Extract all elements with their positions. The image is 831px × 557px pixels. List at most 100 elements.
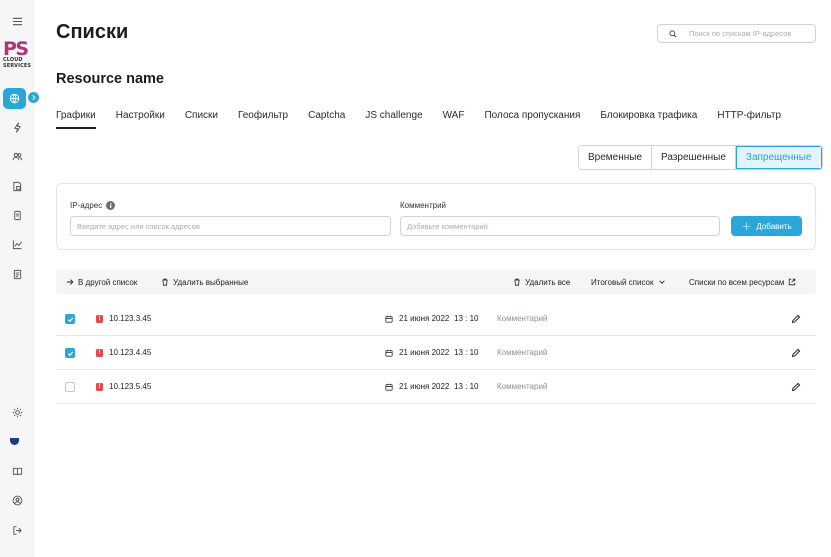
row-checkbox[interactable] [65, 382, 75, 392]
row-checkbox[interactable] [65, 348, 75, 358]
search-box[interactable] [657, 24, 816, 43]
sidebar-item-document-lock[interactable] [7, 176, 27, 196]
list-type-switch: Временные Разрешенные Запрещенные [578, 145, 823, 170]
row-time: 13 : 10 [454, 348, 479, 357]
delete-all-label: Удалить все [525, 277, 571, 287]
sidebar-item-file[interactable] [7, 205, 27, 225]
logo-line-2: SERVICES [3, 62, 32, 69]
tab-lists[interactable]: Списки [185, 110, 218, 129]
tab-settings[interactable]: Настройки [116, 110, 165, 129]
tab-http-filter[interactable]: HTTP-фильтр [717, 110, 781, 129]
tab-bandwidth[interactable]: Полоса пропускания [484, 110, 580, 129]
chevron-right-icon [32, 94, 36, 101]
segment-denied[interactable]: Запрещенные [735, 146, 822, 169]
tab-traffic-blocking[interactable]: Блокировка трафика [600, 110, 697, 129]
ip-input[interactable] [70, 216, 391, 236]
delete-selected-button[interactable]: Удалить выбранные [161, 270, 248, 294]
warning-icon: ! [96, 315, 103, 323]
tab-geofilter[interactable]: Геофильтр [238, 110, 288, 129]
add-address-form: IP-адрес i Комментрий + Добавить [56, 183, 816, 250]
ip-address: 10.123.5.45 [109, 382, 152, 391]
edit-icon[interactable] [791, 314, 801, 324]
delete-all-button[interactable]: Удалить все [513, 270, 570, 294]
warning-icon: ! [96, 383, 103, 391]
sidebar-item-lightning[interactable] [7, 117, 27, 137]
logo-letters: PS [3, 38, 29, 60]
users-icon [12, 152, 22, 160]
move-to-list-label: В другой список [78, 277, 138, 287]
sidebar-item-users[interactable] [7, 146, 27, 166]
delete-selected-label: Удалить выбранные [173, 277, 249, 287]
ip-label-text: IP-адрес [70, 201, 103, 210]
file-icon [13, 210, 21, 220]
sun-icon[interactable] [7, 402, 27, 422]
tabs: Графики Настройки Списки Геофильтр Captc… [56, 110, 801, 129]
check-icon [67, 351, 73, 356]
ip-label: IP-адрес i [70, 201, 116, 210]
row-time: 13 : 10 [454, 314, 479, 323]
tab-captcha[interactable]: Captcha [308, 110, 345, 129]
theme-icon[interactable] [10, 438, 19, 445]
user-circle-icon[interactable] [7, 490, 27, 510]
final-list-dropdown[interactable]: Итоговый список [591, 270, 666, 294]
table-row: ! 10.123.3.45 21 июня 2022 13 : 10 Комме… [56, 302, 816, 336]
sidebar-expand-button[interactable] [26, 90, 41, 105]
chart-icon [12, 239, 22, 249]
info-icon[interactable]: i [106, 201, 116, 210]
table-row: ! 10.123.5.45 21 июня 2022 13 : 10 Комме… [56, 370, 816, 404]
document-lock-icon [12, 181, 21, 191]
row-checkbox[interactable] [65, 314, 75, 324]
all-resources-lists-link[interactable]: Списки по всем ресурсам [689, 270, 796, 294]
comment-label: Комментрий [400, 201, 447, 210]
sidebar-item-report[interactable] [7, 264, 27, 284]
logo: PS CLOUD SERVICES [3, 40, 31, 69]
row-date: 21 июня 2022 [399, 348, 450, 357]
search-input[interactable] [689, 29, 809, 38]
sidebar-item-globe[interactable] [3, 88, 26, 109]
final-list-label: Итоговый список [591, 277, 654, 287]
lightning-icon [13, 121, 21, 133]
menu-icon[interactable] [7, 11, 27, 31]
sidebar: PS CLOUD SERVICES [0, 0, 41, 557]
comment-input[interactable] [400, 216, 720, 236]
resource-name: Resource name [56, 71, 164, 87]
trash-icon [162, 278, 168, 286]
row-time: 13 : 10 [454, 382, 479, 391]
segment-allowed[interactable]: Разрешенные [652, 146, 736, 169]
row-date: 21 июня 2022 [399, 314, 450, 323]
check-icon [67, 317, 73, 322]
warning-icon: ! [96, 349, 103, 357]
table-row: ! 10.123.4.45 21 июня 2022 13 : 10 Комме… [56, 336, 816, 370]
edit-icon[interactable] [791, 382, 801, 392]
external-link-icon [789, 278, 796, 286]
chevron-down-icon [658, 280, 665, 284]
sidebar-item-chart[interactable] [7, 234, 27, 254]
book-icon[interactable] [7, 461, 27, 481]
list-toolbar: В другой список Удалить выбранные Удалит… [56, 270, 816, 294]
calendar-icon [385, 349, 393, 357]
page-title: Списки [56, 21, 129, 43]
row-comment: Комментарий [497, 382, 548, 391]
tab-waf[interactable]: WAF [443, 110, 465, 129]
globe-icon [9, 93, 20, 104]
tab-graphs[interactable]: Графики [56, 110, 96, 129]
move-to-list-button[interactable]: В другой список [66, 270, 137, 294]
calendar-icon [385, 383, 393, 391]
search-icon [669, 30, 677, 38]
tab-js-challenge[interactable]: JS challenge [365, 110, 422, 129]
row-comment: Комментарий [497, 314, 548, 323]
ip-address: 10.123.3.45 [109, 314, 152, 323]
segment-temporary[interactable]: Временные [579, 146, 653, 169]
report-icon [13, 269, 21, 279]
plus-icon: + [741, 219, 752, 233]
logout-icon[interactable] [7, 520, 27, 540]
calendar-icon [385, 315, 393, 323]
edit-icon[interactable] [791, 348, 801, 358]
arrow-right-icon [66, 279, 74, 285]
all-resources-label: Списки по всем ресурсам [689, 277, 785, 287]
trash-icon [514, 278, 520, 286]
row-comment: Комментарий [497, 348, 548, 357]
add-button[interactable]: + Добавить [731, 216, 802, 236]
ip-address: 10.123.4.45 [109, 348, 152, 357]
add-button-label: Добавить [756, 221, 792, 231]
